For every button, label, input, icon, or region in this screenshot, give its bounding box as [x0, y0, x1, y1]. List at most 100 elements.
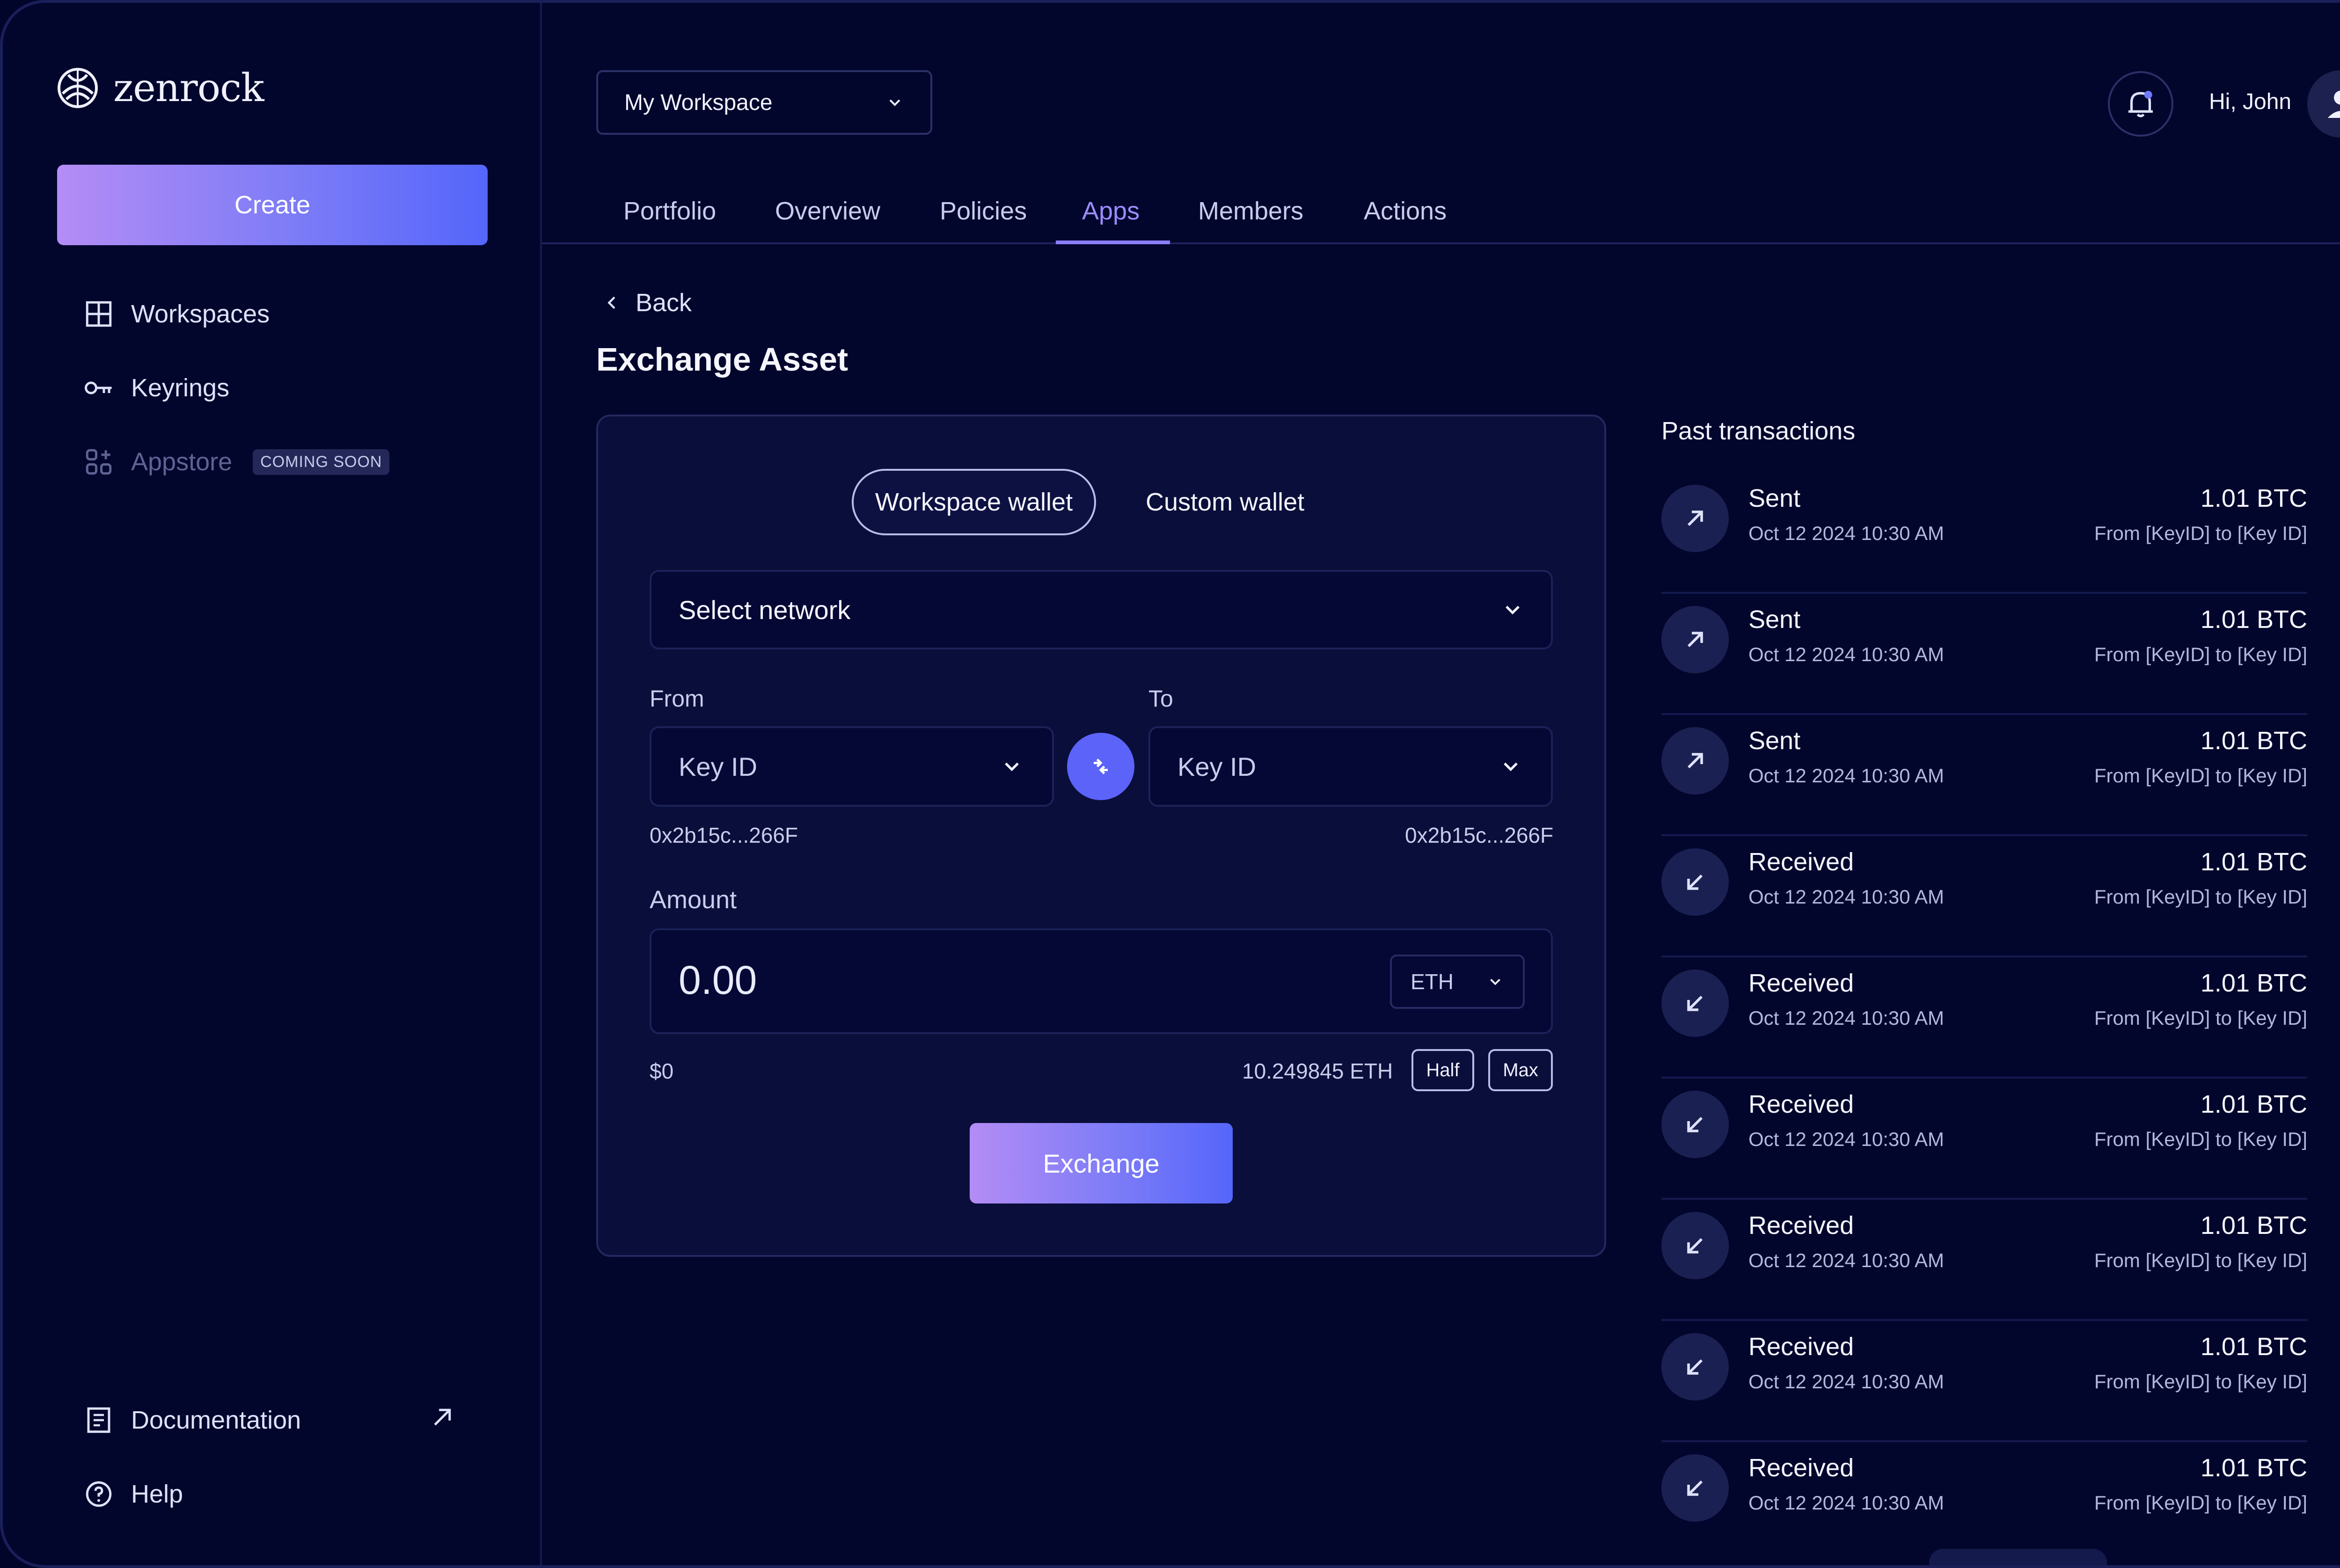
- arrow-up-right-icon: [1688, 753, 1703, 768]
- transaction-amount: 1.01 BTC: [2200, 1211, 2307, 1240]
- workspace-name: My Workspace: [624, 90, 773, 115]
- transaction-direction: [1661, 1091, 1729, 1158]
- back-link[interactable]: Back: [603, 288, 692, 317]
- key-icon: [85, 381, 112, 394]
- create-button[interactable]: Create: [57, 165, 488, 245]
- transaction-type: Received: [1748, 969, 1854, 997]
- workspace-wallet-toggle[interactable]: Workspace wallet: [852, 469, 1096, 535]
- sidebar-item-help[interactable]: Help: [83, 1479, 183, 1510]
- transaction-row[interactable]: Received Oct 12 2024 10:30 AM 1.01 BTC From…: [1661, 1198, 2307, 1321]
- brand-name: zenrock: [113, 66, 264, 110]
- transaction-row[interactable]: Sent Oct 12 2024 10:30 AM 1.01 BTC From [Ke…: [1661, 592, 2307, 715]
- transaction-type: Received: [1748, 1090, 1854, 1118]
- transaction-amount: 1.01 BTC: [2200, 1333, 2307, 1361]
- arrow-up-right-icon: [1688, 632, 1703, 647]
- from-key-value: Key ID: [679, 751, 758, 781]
- amount-value: 0.00: [679, 958, 757, 1003]
- chevron-down-icon: [1504, 762, 1518, 772]
- swap-arrows-icon: [1094, 758, 1108, 774]
- transaction-row[interactable]: Sent Oct 12 2024 10:30 AM 1.01 BTC From [Ke…: [1661, 713, 2307, 836]
- currency-value: ETH: [1411, 970, 1454, 994]
- arrow-up-right-icon: [1688, 511, 1703, 526]
- workspace-select[interactable]: My Workspace: [596, 70, 932, 135]
- amount-label: Amount: [650, 886, 737, 914]
- transaction-date: Oct 12 2024 10:30 AM: [1748, 643, 1944, 665]
- transaction-type: Sent: [1748, 484, 1801, 512]
- transaction-row[interactable]: Received Oct 12 2024 10:30 AM 1.01 BTC From…: [1661, 834, 2307, 957]
- transaction-amount: 1.01 BTC: [2200, 969, 2307, 997]
- from-key-select[interactable]: Key ID: [650, 726, 1054, 807]
- zenrock-logo-icon: [58, 68, 98, 108]
- transaction-amount: 1.01 BTC: [2200, 848, 2307, 876]
- sidebar-item-label: Help: [131, 1480, 183, 1508]
- app-window: zenrock Create Workspaces Keyrings Appst…: [0, 0, 2340, 1568]
- transaction-route: From [KeyID] to [Key ID]: [2094, 643, 2307, 665]
- sidebar-item-appstore: Appstore COMING SOON: [83, 446, 390, 477]
- page-title: Exchange Asset: [596, 341, 848, 378]
- transaction-type: Received: [1748, 1333, 1854, 1361]
- brand-logo[interactable]: zenrock: [55, 66, 264, 110]
- transaction-amount: 1.01 BTC: [2200, 727, 2307, 755]
- to-key-select[interactable]: Key ID: [1148, 726, 1553, 807]
- sidebar-item-label: Documentation: [131, 1406, 301, 1434]
- transaction-type: Received: [1748, 848, 1854, 876]
- transaction-route: From [KeyID] to [Key ID]: [2094, 1249, 2307, 1271]
- tab-overview[interactable]: Overview: [775, 197, 880, 226]
- swap-button[interactable]: [1067, 733, 1134, 800]
- transaction-direction: [1661, 1212, 1729, 1279]
- tab-apps[interactable]: Apps: [1082, 197, 1140, 226]
- currency-select[interactable]: ETH: [1390, 955, 1525, 1009]
- arrow-down-left-icon: [1687, 1359, 1703, 1375]
- bell-icon: [2128, 91, 2153, 117]
- arrow-down-left-icon: [1687, 1480, 1703, 1496]
- active-tab-indicator: [1056, 241, 1170, 244]
- transaction-route: From [KeyID] to [Key ID]: [2094, 1128, 2307, 1150]
- transaction-amount: 1.01 BTC: [2200, 605, 2307, 634]
- external-link-icon[interactable]: [430, 1405, 455, 1430]
- half-button[interactable]: Half: [1411, 1049, 1474, 1091]
- max-button[interactable]: Max: [1488, 1049, 1553, 1091]
- tabs-divider: [542, 242, 2340, 244]
- custom-wallet-toggle[interactable]: Custom wallet: [1146, 488, 1304, 517]
- arrow-down-left-icon: [1687, 1238, 1703, 1254]
- exchange-button[interactable]: Exchange: [970, 1123, 1233, 1203]
- transaction-row[interactable]: Sent Oct 12 2024 10:30 AM 1.01 BTC From [Ke…: [1661, 471, 2307, 594]
- sidebar-item-label: Appstore: [131, 448, 233, 476]
- transactions-title: Past transactions: [1661, 417, 1856, 445]
- help-icon: [86, 1481, 112, 1507]
- sidebar-item-label: Keyrings: [131, 374, 230, 402]
- sidebar: zenrock Create Workspaces Keyrings Appst…: [3, 3, 542, 1565]
- tab-policies[interactable]: Policies: [940, 197, 1027, 226]
- transaction-route: From [KeyID] to [Key ID]: [2094, 886, 2307, 908]
- tab-members[interactable]: Members: [1198, 197, 1303, 226]
- transaction-row[interactable]: Received Oct 12 2024 10:30 AM 1.01 BTC From…: [1661, 955, 2307, 1079]
- network-select[interactable]: Select network: [650, 570, 1553, 649]
- transaction-direction: [1661, 848, 1729, 916]
- transaction-route: From [KeyID] to [Key ID]: [2094, 522, 2307, 544]
- to-address: 0x2b15c...266F: [1405, 823, 1554, 847]
- sidebar-item-workspaces[interactable]: Workspaces: [83, 299, 270, 329]
- apps-icon: [86, 449, 112, 475]
- transaction-row[interactable]: Received Oct 12 2024 10:30 AM 1.01 BTC From…: [1661, 1077, 2307, 1200]
- transaction-direction: [1661, 1454, 1729, 1522]
- tab-portfolio[interactable]: Portfolio: [623, 197, 716, 226]
- transaction-date: Oct 12 2024 10:30 AM: [1748, 522, 1944, 544]
- transaction-type: Received: [1748, 1454, 1854, 1482]
- amount-input[interactable]: 0.00 ETH: [650, 928, 1553, 1034]
- sidebar-item-keyrings[interactable]: Keyrings: [83, 372, 229, 403]
- transaction-direction: [1661, 970, 1729, 1037]
- transaction-row[interactable]: Received Oct 12 2024 10:30 AM 1.01 BTC From…: [1661, 1440, 2307, 1561]
- transaction-direction: [1661, 727, 1729, 795]
- transaction-amount: 1.01 BTC: [2200, 484, 2307, 512]
- arrow-down-left-icon: [1687, 1117, 1703, 1132]
- sidebar-item-documentation[interactable]: Documentation: [83, 1405, 301, 1436]
- avatar[interactable]: [2307, 70, 2340, 138]
- transaction-row[interactable]: Received Oct 12 2024 10:30 AM 1.01 BTC From…: [1661, 1319, 2307, 1442]
- tab-actions[interactable]: Actions: [1364, 197, 1447, 226]
- notifications-button[interactable]: [2108, 71, 2173, 137]
- transaction-direction: [1661, 1333, 1729, 1400]
- transaction-route: From [KeyID] to [Key ID]: [2094, 1492, 2307, 1514]
- transaction-amount: 1.01 BTC: [2200, 1454, 2307, 1482]
- transaction-direction: [1661, 485, 1729, 552]
- transaction-date: Oct 12 2024 10:30 AM: [1748, 886, 1944, 908]
